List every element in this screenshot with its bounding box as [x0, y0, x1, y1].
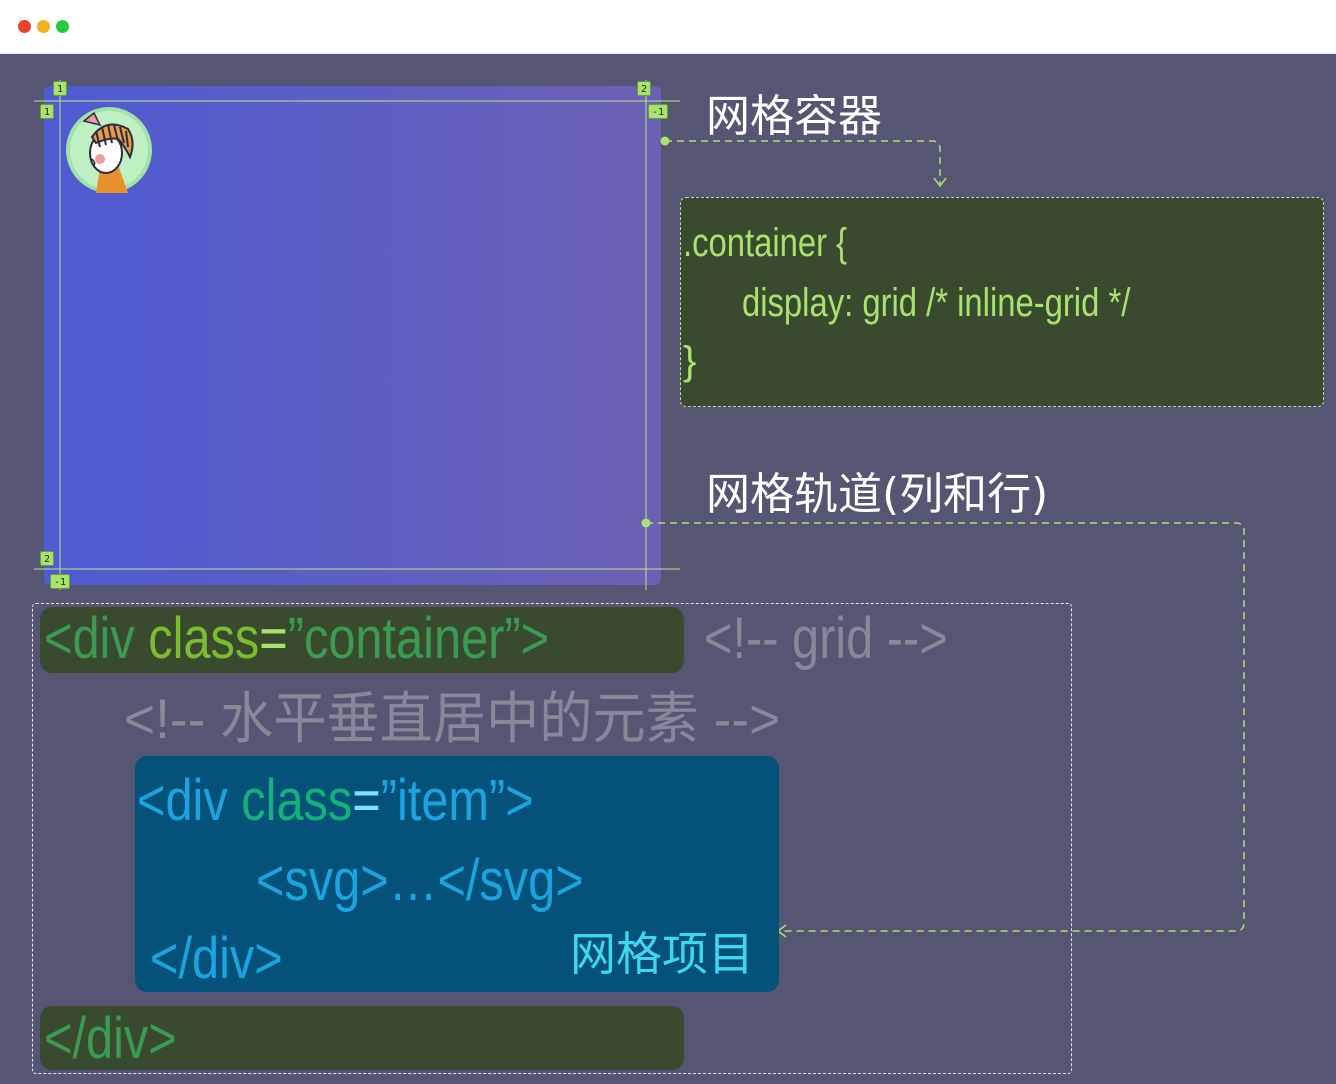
- container-close-line: </div>: [44, 1006, 177, 1071]
- code-attr: class: [148, 606, 260, 671]
- container-open-line: <div class=”container”>: [44, 606, 549, 672]
- css-code-line: .container {: [683, 221, 848, 265]
- grid-line-number: -1: [648, 104, 668, 119]
- css-code-line: }: [683, 339, 697, 383]
- grid-line-number: -1: [50, 574, 70, 589]
- code-value: ”container”>: [287, 606, 550, 671]
- grid-line-number: 1: [40, 104, 54, 119]
- code-tag: <div: [137, 768, 242, 833]
- item-close-line: </div>: [150, 926, 283, 991]
- svg-line: <svg>…</svg>: [256, 848, 584, 913]
- grid-tracks-label: 网格轨道(列和行): [706, 469, 1049, 520]
- code-tag: <div: [44, 606, 149, 671]
- code-eq: =: [352, 768, 381, 833]
- grid-container-label: 网格容器: [706, 91, 882, 142]
- grid-lines: [34, 80, 680, 590]
- grid-line-number: 2: [40, 551, 54, 566]
- css-code-line: display: grid /* inline-grid */: [742, 281, 1131, 325]
- grid-item-label: 网格项目: [570, 927, 754, 981]
- grid-comment: <!-- grid -->: [704, 606, 948, 671]
- grid-line-number: 1: [53, 81, 67, 96]
- center-comment: <!-- 水平垂直居中的元素 -->: [124, 687, 781, 750]
- container-connector: [665, 140, 941, 184]
- code-attr: class: [241, 768, 353, 833]
- connector-dot: [641, 518, 651, 528]
- browser-window: 1 2 1 -1 2 -1 网格容器 网格轨道(列和行) .container …: [0, 0, 1336, 1084]
- code-eq: =: [259, 606, 288, 671]
- connector-dot: [660, 136, 670, 146]
- item-open-line: <div class=”item”>: [137, 768, 534, 834]
- code-value: ”item”>: [380, 768, 534, 833]
- grid-area-outline: [59, 100, 647, 570]
- grid-line-number: 2: [637, 81, 651, 96]
